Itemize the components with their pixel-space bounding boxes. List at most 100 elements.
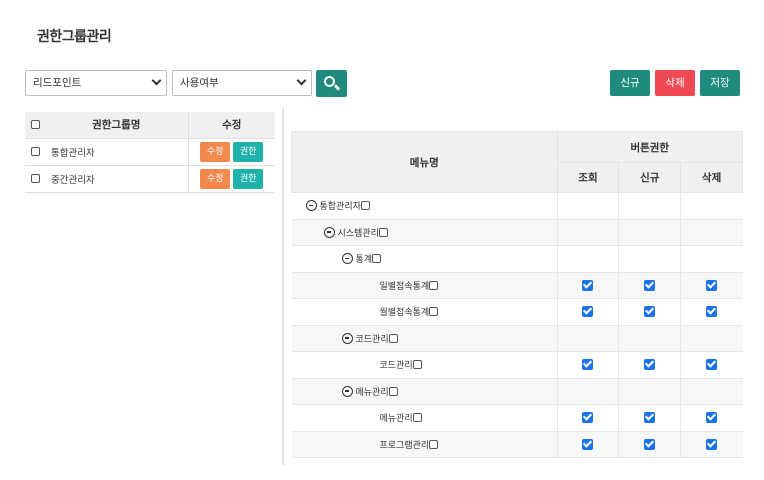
- delete-checkbox[interactable]: [706, 438, 718, 450]
- view-checkbox[interactable]: [582, 279, 594, 291]
- new-checkbox[interactable]: [644, 438, 656, 450]
- row-checkbox[interactable]: [30, 147, 40, 156]
- menu-name-header: 메뉴명: [291, 131, 558, 193]
- menu-cell: 통합관리자: [291, 192, 558, 220]
- menu-checkbox[interactable]: [412, 413, 422, 423]
- menu-permission-table: 메뉴명 버튼권한 조회 신규 삭제 통합관리자 시스템관리 통계 일별접속통계 월별접속…: [291, 131, 744, 458]
- menu-checkbox[interactable]: [429, 280, 439, 290]
- menu-checkbox[interactable]: [372, 254, 382, 264]
- permission-cell: [556, 325, 619, 352]
- row-select-cell: [25, 138, 45, 166]
- row-select-cell: [25, 165, 45, 193]
- new-checkbox[interactable]: [644, 359, 656, 371]
- collapse-icon[interactable]: [341, 385, 353, 397]
- select-all-cell: [25, 112, 45, 139]
- collapse-icon[interactable]: [341, 253, 353, 265]
- save-button[interactable]: 저장: [700, 70, 740, 96]
- permission-button[interactable]: 권한: [233, 168, 264, 189]
- group-name: 통합관리자: [45, 138, 188, 166]
- permission-cell: [680, 378, 743, 405]
- menu-checkbox[interactable]: [378, 227, 388, 237]
- table-row[interactable]: 통합관리자 수정 권한: [25, 138, 275, 166]
- new-checkbox[interactable]: [644, 279, 656, 291]
- edit-button[interactable]: 수정: [200, 168, 231, 189]
- edit-header: 수정: [187, 112, 275, 139]
- site-select-value: 리드포인트: [33, 77, 82, 89]
- menu-cell: 코드관리: [291, 325, 558, 352]
- group-table: 권한그룹명 수정 통합관리자 수정 권한 중간관리자 수정 권한: [25, 112, 275, 193]
- permission-cell: [556, 404, 619, 432]
- menu-label: 통합관리자: [319, 202, 361, 213]
- permission-cell: [680, 272, 743, 299]
- permission-cell: [556, 192, 619, 220]
- group-name-header: 권한그룹명: [45, 112, 188, 139]
- menu-row: 프로그램관리: [291, 431, 743, 458]
- permission-cell: [618, 325, 681, 352]
- new-button[interactable]: 신규: [610, 70, 650, 96]
- delete-checkbox[interactable]: [706, 412, 718, 424]
- menu-row: 코드관리: [291, 325, 743, 352]
- new-checkbox[interactable]: [644, 412, 656, 424]
- delete-checkbox[interactable]: [706, 359, 718, 371]
- permission-cell: [680, 351, 743, 379]
- permission-cell: [618, 192, 681, 220]
- collapse-icon[interactable]: [305, 200, 317, 212]
- permission-cell: [618, 219, 681, 246]
- group-name: 중간관리자: [45, 165, 188, 193]
- menu-row: 통계: [291, 245, 743, 273]
- menu-checkbox[interactable]: [429, 439, 439, 449]
- menu-cell: 프로그램관리: [291, 431, 558, 458]
- row-checkbox[interactable]: [30, 174, 40, 183]
- delete-checkbox[interactable]: [706, 279, 718, 291]
- delete-checkbox[interactable]: [706, 306, 718, 318]
- menu-label: 메뉴관리: [379, 414, 413, 425]
- permission-cell: [618, 404, 681, 432]
- permission-cell: [556, 378, 619, 405]
- chevron-down-icon: [151, 75, 162, 86]
- menu-label: 시스템관리: [337, 228, 379, 239]
- menu-cell: 시스템관리: [291, 219, 558, 246]
- menu-label: 메뉴관리: [355, 387, 389, 398]
- permission-button[interactable]: 권한: [233, 141, 264, 162]
- menu-cell: 월별접속통계: [291, 298, 558, 326]
- menu-checkbox[interactable]: [388, 386, 398, 396]
- select-all-checkbox[interactable]: [30, 120, 40, 130]
- permission-cell: [556, 351, 619, 379]
- view-checkbox[interactable]: [582, 412, 594, 424]
- permission-cell: [618, 351, 681, 379]
- view-header: 조회: [556, 162, 620, 193]
- view-checkbox[interactable]: [582, 306, 594, 318]
- menu-label: 코드관리: [379, 361, 413, 372]
- row-actions: 수정 권한: [187, 138, 275, 166]
- view-checkbox[interactable]: [582, 438, 594, 450]
- panel-divider[interactable]: [282, 108, 284, 465]
- menu-label: 프로그램관리: [379, 440, 430, 451]
- new-checkbox[interactable]: [644, 306, 656, 318]
- chevron-down-icon: [296, 75, 307, 86]
- menu-label: 일별접속통계: [379, 281, 430, 292]
- search-button[interactable]: [316, 70, 347, 97]
- edit-button[interactable]: 수정: [200, 141, 231, 162]
- menu-checkbox[interactable]: [360, 201, 370, 211]
- menu-row: 코드관리: [291, 351, 743, 379]
- permission-cell: [680, 245, 743, 273]
- group-table-header: 권한그룹명 수정: [25, 112, 275, 139]
- permission-cell: [680, 431, 743, 458]
- permission-cell: [680, 192, 743, 220]
- site-select[interactable]: 리드포인트: [25, 70, 167, 96]
- menu-cell: 코드관리: [291, 351, 558, 379]
- menu-row: 메뉴관리: [291, 404, 743, 432]
- collapse-icon[interactable]: [341, 332, 353, 344]
- view-checkbox[interactable]: [582, 359, 594, 371]
- collapse-icon[interactable]: [323, 226, 335, 238]
- permission-cell: [556, 431, 619, 458]
- menu-checkbox[interactable]: [429, 307, 439, 317]
- table-row[interactable]: 중간관리자 수정 권한: [25, 165, 275, 193]
- permission-cell: [618, 298, 681, 326]
- menu-checkbox[interactable]: [388, 333, 398, 343]
- use-select[interactable]: 사용여부: [172, 70, 312, 96]
- permission-cell: [680, 325, 743, 352]
- menu-checkbox[interactable]: [412, 360, 422, 370]
- delete-button[interactable]: 삭제: [655, 70, 695, 96]
- menu-label: 월별접속통계: [379, 308, 430, 319]
